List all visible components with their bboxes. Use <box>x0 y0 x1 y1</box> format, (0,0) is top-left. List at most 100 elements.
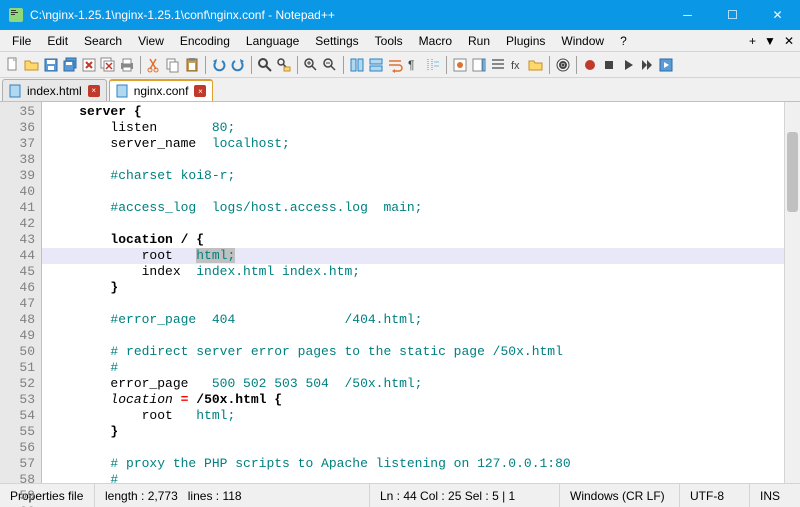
window-title: C:\nginx-1.25.1\nginx-1.25.1\conf\nginx.… <box>30 8 665 22</box>
find-icon[interactable] <box>256 56 274 74</box>
wrap-icon[interactable] <box>386 56 404 74</box>
menu-?[interactable]: ? <box>612 32 635 50</box>
menu-encoding[interactable]: Encoding <box>172 32 238 50</box>
line-gutter: 3536373839404142434445464748495051525354… <box>0 102 42 483</box>
status-insert-mode: INS <box>750 484 800 507</box>
menu-language[interactable]: Language <box>238 32 307 50</box>
code-line[interactable]: root html; <box>42 248 784 264</box>
code-line[interactable]: location = /50x.html { <box>42 392 784 408</box>
toolbar: ¶ fx <box>0 52 800 78</box>
svg-text:¶: ¶ <box>408 58 414 72</box>
titlebar: C:\nginx-1.25.1\nginx-1.25.1\conf\nginx.… <box>0 0 800 30</box>
code-line[interactable]: } <box>42 280 784 296</box>
menu-tools[interactable]: Tools <box>367 32 411 50</box>
folder-workspace-icon[interactable] <box>527 56 545 74</box>
down-arrow-icon[interactable]: ▼ <box>764 34 776 48</box>
tab-nginx-conf[interactable]: nginx.conf× <box>109 79 214 101</box>
code-line[interactable] <box>42 216 784 232</box>
sync-h-icon[interactable] <box>367 56 385 74</box>
code-line[interactable] <box>42 440 784 456</box>
status-encoding: UTF-8 <box>680 484 750 507</box>
menu-search[interactable]: Search <box>76 32 130 50</box>
menu-window[interactable]: Window <box>553 32 612 50</box>
lang-udl-icon[interactable] <box>451 56 469 74</box>
code-content[interactable]: server { listen 80; server_name localhos… <box>42 102 784 483</box>
tab-close-icon[interactable]: × <box>88 85 100 97</box>
minimize-button[interactable]: ─ <box>665 0 710 30</box>
replace-icon[interactable] <box>275 56 293 74</box>
plus-icon[interactable]: + <box>749 34 756 48</box>
paste-icon[interactable] <box>183 56 201 74</box>
close-button[interactable]: ✕ <box>755 0 800 30</box>
doc-map-icon[interactable] <box>470 56 488 74</box>
stop-macro-icon[interactable] <box>600 56 618 74</box>
code-line[interactable] <box>42 328 784 344</box>
save-all-icon[interactable] <box>61 56 79 74</box>
new-file-icon[interactable] <box>4 56 22 74</box>
statusbar: Properties file length : 2,773 lines : 1… <box>0 483 800 507</box>
save-macro-icon[interactable] <box>657 56 675 74</box>
monitor-icon[interactable] <box>554 56 572 74</box>
menubar: FileEditSearchViewEncodingLanguageSettin… <box>0 30 800 52</box>
code-line[interactable]: #error_page 404 /404.html; <box>42 312 784 328</box>
window-controls: ─ ☐ ✕ <box>665 0 800 30</box>
func-list-icon[interactable]: fx <box>508 56 526 74</box>
code-line[interactable]: # redirect server error pages to the sta… <box>42 344 784 360</box>
close-file-icon[interactable] <box>80 56 98 74</box>
menu-edit[interactable]: Edit <box>39 32 76 50</box>
cut-icon[interactable] <box>145 56 163 74</box>
tabbar: index.html×nginx.conf× <box>0 78 800 102</box>
menu-plugins[interactable]: Plugins <box>498 32 553 50</box>
menu-run[interactable]: Run <box>460 32 498 50</box>
code-line[interactable]: location / { <box>42 232 784 248</box>
record-macro-icon[interactable] <box>581 56 599 74</box>
menu-file[interactable]: File <box>4 32 39 50</box>
status-length: length : 2,773 lines : 118 <box>95 484 370 507</box>
code-line[interactable]: listen 80; <box>42 120 784 136</box>
close-all-icon[interactable] <box>99 56 117 74</box>
code-line[interactable]: #charset koi8-r; <box>42 168 784 184</box>
code-line[interactable]: index index.html index.htm; <box>42 264 784 280</box>
doc-list-icon[interactable] <box>489 56 507 74</box>
code-line[interactable]: error_page 500 502 503 504 /50x.html; <box>42 376 784 392</box>
menu-settings[interactable]: Settings <box>307 32 366 50</box>
code-line[interactable] <box>42 184 784 200</box>
close-doc-icon[interactable]: ✕ <box>784 34 794 48</box>
code-line[interactable]: # proxy the PHP scripts to Apache listen… <box>42 456 784 472</box>
code-line[interactable]: # <box>42 472 784 483</box>
status-position: Ln : 44 Col : 25 Sel : 5 | 1 <box>370 484 560 507</box>
scrollbar-thumb[interactable] <box>787 132 798 212</box>
code-line[interactable]: # <box>42 360 784 376</box>
sync-v-icon[interactable] <box>348 56 366 74</box>
tab-close-icon[interactable]: × <box>194 85 206 97</box>
show-all-chars-icon[interactable]: ¶ <box>405 56 423 74</box>
open-file-icon[interactable] <box>23 56 41 74</box>
app-icon <box>8 7 24 23</box>
svg-text:fx: fx <box>511 60 520 72</box>
code-line[interactable] <box>42 152 784 168</box>
code-line[interactable]: server { <box>42 104 784 120</box>
zoom-out-icon[interactable] <box>321 56 339 74</box>
code-line[interactable]: server_name localhost; <box>42 136 784 152</box>
vertical-scrollbar[interactable] <box>784 102 800 483</box>
maximize-button[interactable]: ☐ <box>710 0 755 30</box>
indent-guide-icon[interactable] <box>424 56 442 74</box>
code-line[interactable] <box>42 296 784 312</box>
undo-icon[interactable] <box>210 56 228 74</box>
play-macro-icon[interactable] <box>619 56 637 74</box>
code-line[interactable]: root html; <box>42 408 784 424</box>
menu-view[interactable]: View <box>130 32 172 50</box>
zoom-in-icon[interactable] <box>302 56 320 74</box>
save-icon[interactable] <box>42 56 60 74</box>
print-icon[interactable] <box>118 56 136 74</box>
code-line[interactable]: } <box>42 424 784 440</box>
tab-index-html[interactable]: index.html× <box>2 79 107 101</box>
redo-icon[interactable] <box>229 56 247 74</box>
code-line[interactable]: #access_log logs/host.access.log main; <box>42 200 784 216</box>
file-icon <box>116 84 130 98</box>
play-multi-icon[interactable] <box>638 56 656 74</box>
menu-macro[interactable]: Macro <box>411 32 460 50</box>
copy-icon[interactable] <box>164 56 182 74</box>
status-eol: Windows (CR LF) <box>560 484 680 507</box>
editor: 3536373839404142434445464748495051525354… <box>0 102 800 483</box>
